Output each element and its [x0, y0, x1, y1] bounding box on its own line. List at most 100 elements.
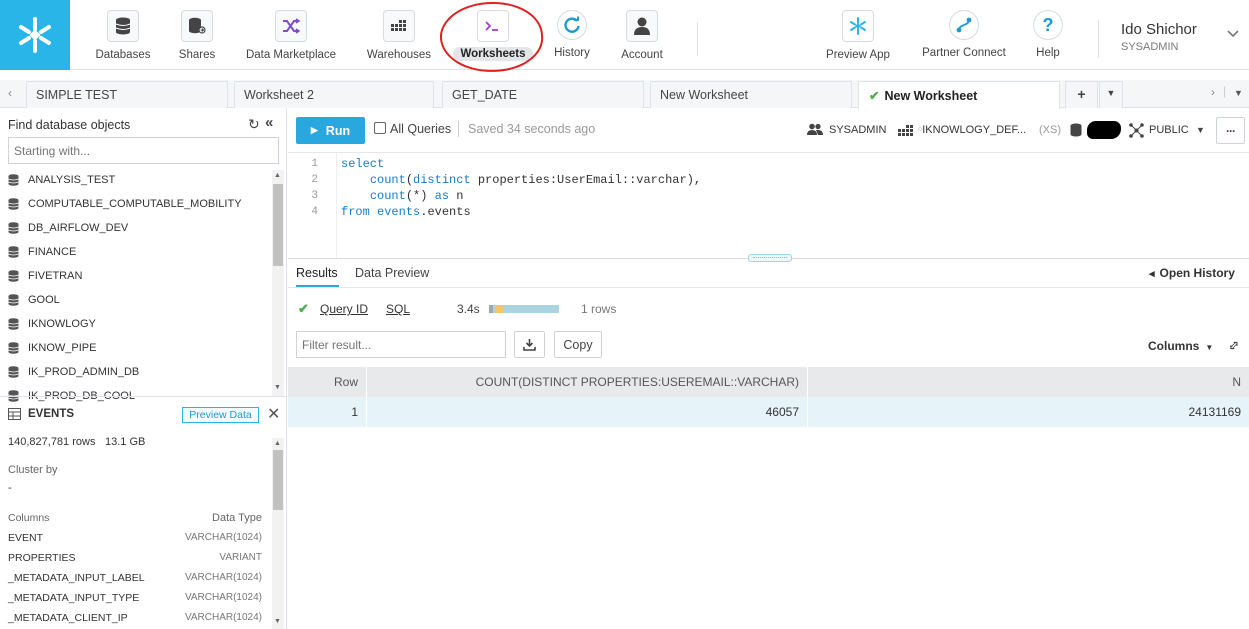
scroll-down-arrow-icon[interactable]: ▼	[274, 384, 281, 391]
worksheet-tab[interactable]: GET_DATE	[442, 81, 644, 108]
nav-databases[interactable]: Databases	[91, 10, 155, 66]
column-header-n[interactable]: N	[809, 367, 1249, 397]
database-name: COMPUTABLE_COMPUTABLE_MOBILITY	[28, 198, 242, 210]
query-id-link[interactable]: Query ID	[320, 302, 368, 316]
database-name: IKNOW_PIPE	[28, 342, 97, 354]
column-header-count-distinct[interactable]: COUNT(DISTINCT PROPERTIES:USEREMAIL::VAR…	[368, 367, 808, 397]
scroll-up-arrow-icon[interactable]: ▲	[274, 440, 281, 447]
column-list-item[interactable]: EVENT VARCHAR(1024)	[8, 532, 262, 544]
database-list-scrollbar[interactable]: ▲ ▼	[272, 170, 284, 396]
database-list-item[interactable]: COMPUTABLE_COMPUTABLE_MOBILITY	[8, 194, 242, 214]
columns-menu[interactable]: Columns ▼	[1148, 339, 1213, 353]
editor-line[interactable]: 2 count(distinct properties:UserEmail::v…	[288, 172, 1249, 188]
database-list-item[interactable]: IK_PROD_ADMIN_DB	[8, 362, 139, 382]
collapse-panel-icon[interactable]: «	[265, 114, 273, 131]
table-row[interactable]: 1 46057 24131169	[288, 397, 1249, 427]
worksheet-tab[interactable]: New Worksheet	[650, 81, 852, 108]
column-list-item[interactable]: _METADATA_INPUT_TYPE VARCHAR(1024)	[8, 592, 262, 604]
toolbar-divider	[288, 152, 1249, 153]
column-list-item[interactable]: _METADATA_INPUT_LABEL VARCHAR(1024)	[8, 572, 262, 584]
close-icon[interactable]: ✕	[267, 404, 280, 424]
all-queries-checkbox[interactable]	[374, 122, 386, 134]
tab-results[interactable]: Results	[296, 266, 338, 280]
refresh-icon[interactable]: ↻	[248, 116, 260, 133]
cell-n[interactable]: 24131169	[809, 397, 1249, 427]
database-search-input[interactable]	[8, 137, 279, 164]
redacted-database-name[interactable]	[1087, 121, 1121, 139]
scrollbar-thumb[interactable]	[273, 184, 283, 266]
nav-partner-connect[interactable]: Partner Connect	[916, 10, 1012, 66]
filter-result-input[interactable]	[296, 331, 506, 358]
query-duration: 3.4s	[457, 302, 480, 316]
nav-history[interactable]: History	[550, 10, 594, 66]
schema-caret-icon[interactable]: ▼	[1196, 125, 1205, 135]
expand-icon[interactable]: ⇕	[1224, 336, 1243, 355]
editor-line[interactable]: 1 select	[288, 156, 1249, 172]
column-list-item[interactable]: PROPERTIES VARIANT	[8, 552, 262, 564]
add-worksheet-button[interactable]: +	[1065, 81, 1098, 108]
database-list-item[interactable]: IKNOWLOGY	[8, 314, 96, 334]
preview-data-button[interactable]: Preview Data	[182, 407, 259, 423]
splitter-drag-handle[interactable]	[748, 254, 792, 262]
sql-link[interactable]: SQL	[386, 302, 410, 316]
saved-status: Saved 34 seconds ago	[468, 122, 596, 136]
schema-selector[interactable]: PUBLIC	[1149, 124, 1189, 136]
nav-data-marketplace[interactable]: Data Marketplace	[241, 10, 341, 66]
worksheet-tab[interactable]: Worksheet 2	[234, 81, 434, 108]
nav-label: Data Marketplace	[245, 49, 337, 61]
column-header-row[interactable]: Row	[288, 367, 367, 397]
editor-line[interactable]: 4 from events.events	[288, 204, 1249, 220]
column-list-item[interactable]: _METADATA_CLIENT_IP VARCHAR(1024)	[8, 612, 262, 624]
tab-divider: |	[1223, 84, 1227, 98]
user-name[interactable]: Ido Shichor	[1121, 21, 1197, 38]
nav-warehouses[interactable]: Warehouses	[364, 10, 434, 66]
database-list-item[interactable]: FIVETRAN	[8, 266, 82, 286]
editor-line[interactable]: 3 count(*) as n	[288, 188, 1249, 204]
database-list-item[interactable]: IKNOW_PIPE	[8, 338, 96, 358]
chevron-right-icon[interactable]: ›	[1211, 85, 1215, 99]
database-name: FINANCE	[28, 246, 77, 258]
download-button[interactable]	[514, 331, 545, 358]
scroll-down-arrow-icon[interactable]: ▼	[274, 618, 281, 625]
role-selector[interactable]: SYSADMIN	[829, 124, 886, 136]
more-options-button[interactable]: ···	[1216, 117, 1245, 144]
open-history-link[interactable]: ◂ Open History	[1149, 266, 1235, 280]
user-role: SYSADMIN	[1121, 41, 1179, 53]
warehouse-name: IKNOWLOGY_DEF...	[922, 124, 1027, 136]
database-list-item[interactable]: DB_AIRFLOW_DEV	[8, 218, 128, 238]
nav-shares[interactable]: Shares	[175, 10, 219, 66]
scroll-up-arrow-icon[interactable]: ▲	[274, 172, 281, 179]
database-icon	[8, 246, 20, 258]
tab-menu-caret-icon[interactable]: ▼	[1099, 81, 1123, 108]
database-objects-panel: Find database objects ↻ « ANALYSIS_TEST C…	[0, 108, 287, 629]
run-button[interactable]: ▶ Run	[296, 117, 365, 144]
copy-button[interactable]: Copy	[554, 331, 602, 358]
chevron-down-icon[interactable]	[1226, 28, 1240, 42]
tab-data-preview[interactable]: Data Preview	[355, 266, 429, 280]
nav-help[interactable]: ? Help	[1028, 10, 1068, 66]
line-number: 2	[311, 174, 318, 186]
table-detail-scrollbar[interactable]: ▲ ▼	[272, 438, 284, 629]
nav-account[interactable]: Account	[616, 10, 668, 66]
cell-row-number[interactable]: 1	[288, 397, 367, 427]
worksheet-tab-label: New Worksheet	[884, 89, 978, 103]
database-list-item[interactable]: GOOL	[8, 290, 60, 310]
scrollbar-thumb[interactable]	[273, 450, 283, 510]
worksheet-tab-active[interactable]: ✔ New Worksheet	[858, 81, 1060, 109]
database-list-item[interactable]: ANALYSIS_TEST	[8, 170, 115, 190]
sql-editor[interactable]: 1 select 2 count(distinct properties:UserE…	[288, 156, 1249, 220]
tab-list-caret-icon[interactable]: ▼	[1234, 88, 1243, 98]
database-name: FIVETRAN	[28, 270, 83, 282]
all-queries-label[interactable]: All Queries	[390, 122, 451, 136]
database-list-item[interactable]: FINANCE	[8, 242, 76, 262]
line-code: count(*) as n	[369, 189, 464, 203]
database-name: GOOL	[28, 294, 60, 306]
line-number: 4	[311, 206, 318, 218]
cell-count-distinct[interactable]: 46057	[368, 397, 808, 427]
warehouse-selector[interactable]: ○IKNOWLOGY_DEF...	[918, 124, 1026, 136]
snowflake-logo[interactable]	[0, 0, 70, 70]
chevron-left-icon[interactable]: ‹	[8, 86, 12, 100]
nav-preview-app[interactable]: Preview App	[822, 10, 894, 66]
nav-label: Preview App	[826, 49, 890, 61]
worksheet-tab[interactable]: SIMPLE TEST	[26, 81, 228, 108]
